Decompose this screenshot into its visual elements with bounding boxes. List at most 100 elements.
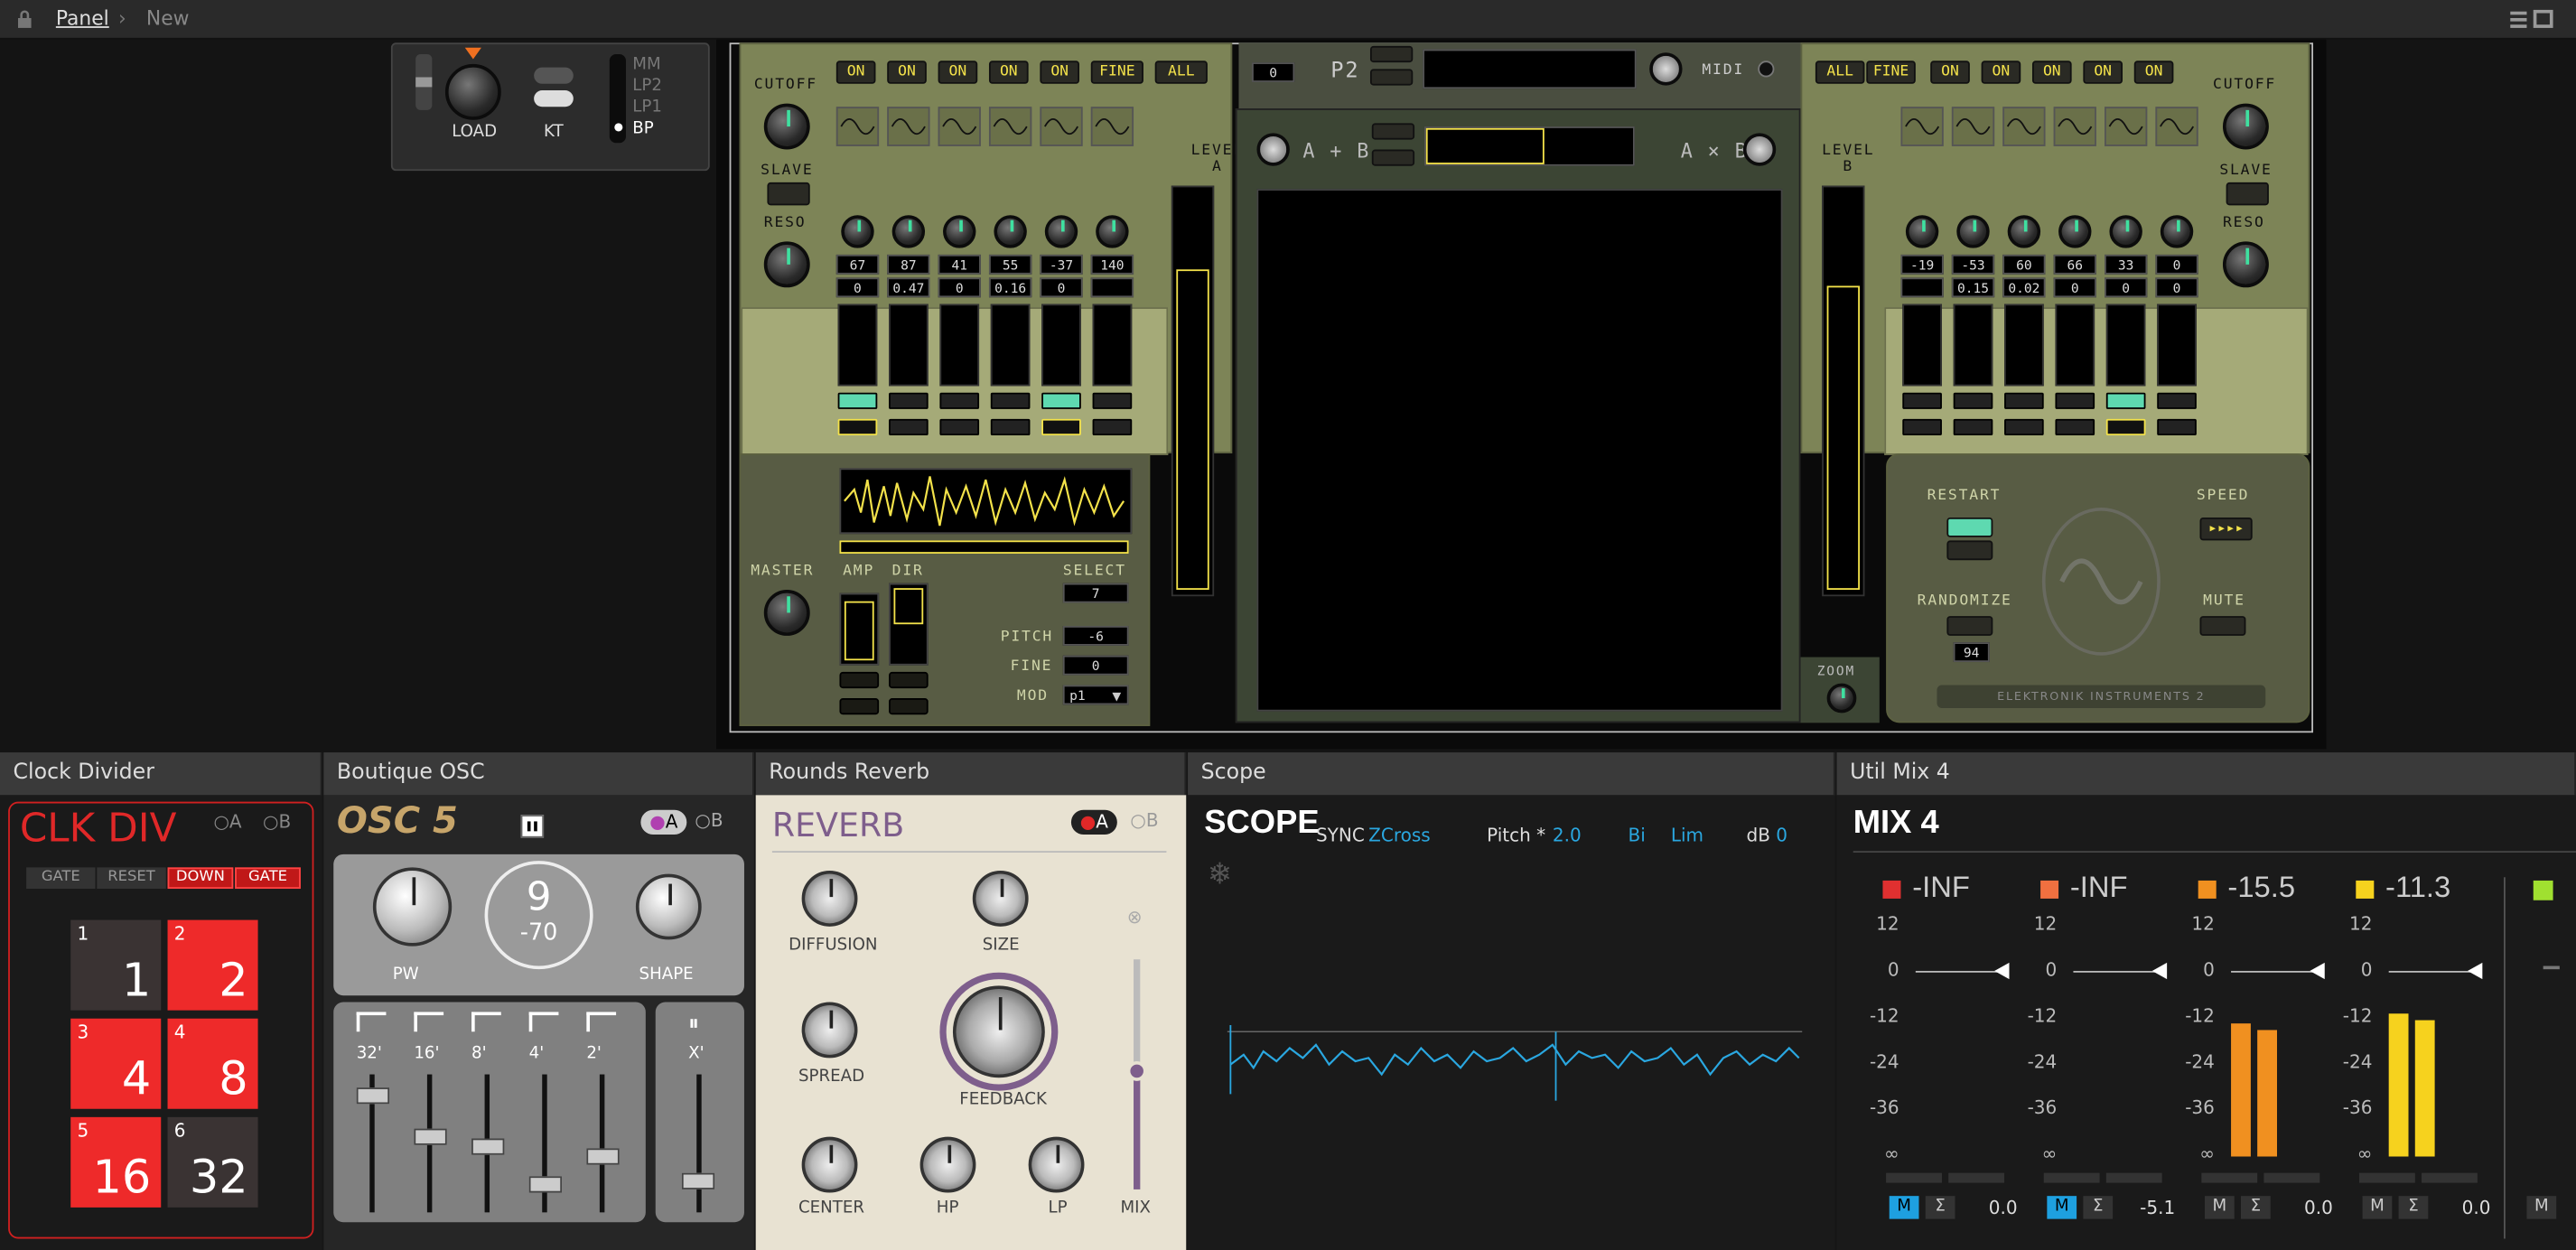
channel-4-mute-button[interactable]: M (2362, 1196, 2393, 1219)
channel-4-pan-l[interactable] (2358, 1172, 2415, 1183)
channel-2-gain[interactable]: -5.1 (2126, 1198, 2175, 1219)
kt-toggle-2[interactable] (534, 90, 574, 107)
osc-a-value2-4[interactable]: 0 (1040, 277, 1083, 298)
restart-button[interactable] (1946, 517, 1993, 537)
scope-header[interactable]: Scope (1188, 752, 1835, 796)
channel-4-fader-arrow-icon[interactable] (2467, 962, 2483, 980)
division-pad-1[interactable]: 11 (70, 919, 162, 1011)
osc-b-knob-4[interactable] (2109, 215, 2142, 248)
osc-b-display-4[interactable] (2105, 303, 2146, 387)
reset-button[interactable]: RESET (97, 867, 166, 890)
mod-dropdown-icon[interactable]: ▼ (1112, 690, 1121, 704)
osc-b-display-2[interactable] (2004, 303, 2044, 387)
osc-b-wave-icon-2[interactable] (2002, 107, 2046, 146)
bi-toggle[interactable]: Bi (1629, 825, 1646, 846)
db-value[interactable]: 0 (1776, 825, 1787, 846)
lp-knob[interactable] (1028, 1136, 1085, 1193)
osc-b-value2-1[interactable]: 0.15 (1951, 277, 1995, 298)
osc-b-wave-icon-4[interactable] (2105, 107, 2148, 146)
channel-3-pan-l[interactable] (2201, 1172, 2258, 1183)
osc-a-select-2[interactable] (939, 418, 980, 436)
osc-b-select-1[interactable] (1953, 418, 1993, 436)
boutique-osc-header[interactable]: Boutique OSC (323, 752, 754, 796)
channel-3-mute-button[interactable]: M (2204, 1196, 2235, 1219)
cutoff-b-knob[interactable] (2222, 103, 2269, 150)
osc-a-display-1[interactable] (889, 303, 929, 387)
speed-button[interactable]: ▸▸▸▸ (2199, 517, 2253, 541)
osc-b-wave-icon-1[interactable] (1951, 107, 1995, 146)
osc-a-wave-icon-1[interactable] (887, 107, 930, 146)
division-pad-2[interactable]: 22 (167, 919, 258, 1011)
osc-b-top-button-3[interactable]: ON (1981, 61, 2021, 84)
channel-3-sum-button[interactable]: Σ (2240, 1196, 2271, 1219)
osc-a-top-button-0[interactable]: ON (835, 61, 876, 84)
channel-2-pan-r[interactable] (2105, 1172, 2162, 1183)
channel-1-mute-button[interactable]: M (1889, 1196, 1919, 1219)
pitch-value[interactable]: -6 (1062, 626, 1129, 646)
osc-a-led-2[interactable] (939, 392, 980, 409)
osc-b-value1-1[interactable]: -53 (1951, 254, 1995, 275)
level-b-meter[interactable] (1822, 185, 1865, 597)
mode-lp1[interactable]: LP1 (632, 97, 662, 118)
division-pad-4[interactable]: 48 (167, 1018, 258, 1109)
footage-fader-4[interactable] (586, 1149, 620, 1166)
osc-b-display-3[interactable] (2055, 303, 2095, 387)
select-value[interactable]: 7 (1062, 583, 1129, 603)
osc-b-value1-4[interactable]: 33 (2105, 254, 2148, 275)
osc-a-select-4[interactable] (1041, 418, 1081, 436)
cutoff-a-knob[interactable] (763, 103, 810, 150)
osc-a-knob-4[interactable] (1044, 215, 1078, 248)
diffusion-knob[interactable] (801, 871, 858, 927)
osc-b-knob-5[interactable] (2160, 215, 2194, 248)
osc-a-value1-1[interactable]: 87 (887, 254, 930, 275)
osc-a-select-0[interactable] (837, 418, 878, 436)
osc-b-wave-icon-0[interactable] (1900, 107, 1944, 146)
osc-b-display-5[interactable] (2157, 303, 2197, 387)
channel-1-gain[interactable]: 0.0 (1968, 1198, 2018, 1219)
down-button[interactable]: DOWN (167, 867, 234, 890)
channel-1-sum-button[interactable]: Σ (1925, 1196, 1955, 1219)
osc-a-value1-5[interactable]: 140 (1090, 254, 1134, 275)
osc-a-value2-5[interactable] (1090, 277, 1134, 298)
kt-toggle-1[interactable] (534, 67, 574, 84)
osc-a-wave-icon-5[interactable] (1090, 107, 1134, 146)
rounds-reverb-header[interactable]: Rounds Reverb (755, 752, 1187, 796)
randomize-button[interactable] (1946, 616, 1993, 636)
osc-a-led-1[interactable] (889, 392, 929, 409)
osc-a-led-0[interactable] (837, 392, 878, 409)
xy-display[interactable] (1256, 189, 1783, 712)
osc-a-wave-icon-3[interactable] (988, 107, 1032, 146)
footage-fader-0[interactable] (356, 1087, 390, 1104)
channel-5-mute[interactable]: M (2526, 1196, 2557, 1219)
mix-slider-handle[interactable] (1126, 1061, 1147, 1081)
lock-icon[interactable] (16, 10, 33, 30)
ab-display[interactable] (1423, 126, 1635, 166)
breadcrumb-new[interactable]: New (146, 6, 190, 29)
a-plus-b-knob[interactable] (1256, 133, 1290, 166)
channel-3-pan-r[interactable] (2263, 1172, 2320, 1183)
mode-lp2[interactable]: LP2 (632, 76, 662, 98)
reso-b-knob[interactable] (2222, 241, 2269, 288)
p2-knob[interactable] (1649, 52, 1683, 86)
mode-mm[interactable]: MM (632, 54, 662, 76)
osc-b-knob-2[interactable] (2007, 215, 2041, 248)
osc-b-knob-0[interactable] (1905, 215, 1939, 248)
pw-knob[interactable] (372, 867, 453, 947)
osc-a-display-4[interactable] (1041, 303, 1081, 387)
osc-a-select-5[interactable] (1092, 418, 1133, 436)
osc-a-wave-icon-4[interactable] (1040, 107, 1083, 146)
center-zero-value[interactable]: 0 (1252, 62, 1295, 82)
division-pad-3[interactable]: 34 (70, 1018, 162, 1109)
osc-a-knob-5[interactable] (1096, 215, 1129, 248)
util-mix-header[interactable]: Util Mix 4 (1836, 752, 2576, 796)
osc-b-led-3[interactable] (2055, 392, 2095, 409)
grid-view-icon[interactable] (2533, 9, 2553, 28)
center-knob[interactable] (801, 1136, 858, 1193)
osc-b-value2-5[interactable]: 0 (2155, 277, 2198, 298)
osc-b-display-0[interactable] (1902, 303, 1942, 387)
clk-a-toggle[interactable]: ○A (213, 812, 241, 834)
clk-b-toggle[interactable]: ○B (263, 812, 291, 834)
osc-b-value1-0[interactable]: -19 (1900, 254, 1944, 275)
osc-b-led-1[interactable] (1953, 392, 1993, 409)
osc-a-led-3[interactable] (990, 392, 1031, 409)
